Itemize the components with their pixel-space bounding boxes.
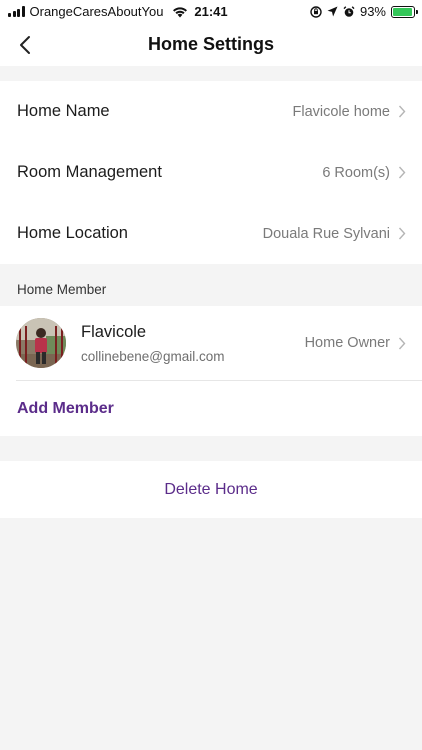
location-icon xyxy=(327,6,338,17)
chevron-right-icon xyxy=(398,227,406,240)
room-count-value: 6 Room(s) xyxy=(322,164,390,181)
member-role-group: Home Owner xyxy=(305,335,422,351)
home-member-section: Flavicole collinebene@gmail.com Home Own… xyxy=(0,306,422,436)
member-row[interactable]: Flavicole collinebene@gmail.com Home Own… xyxy=(0,306,422,380)
member-role: Home Owner xyxy=(304,335,390,351)
home-name-value: Flavicole home xyxy=(292,103,390,120)
add-member-button[interactable]: Add Member xyxy=(0,381,422,436)
carrier-name: OrangeCaresAboutYou xyxy=(29,4,164,19)
delete-home-button[interactable]: Delete Home xyxy=(0,461,422,518)
chevron-right-icon xyxy=(398,105,406,118)
wifi-icon xyxy=(173,6,188,17)
battery-charging-icon xyxy=(391,5,418,18)
nav-bar: Home Settings xyxy=(0,24,422,66)
page-title: Home Settings xyxy=(147,34,275,54)
member-email: collinebene@gmail.com xyxy=(81,348,225,364)
room-management-row[interactable]: Room Management 6 Room(s) xyxy=(0,142,422,203)
battery-percent: 93% xyxy=(359,4,386,19)
home-location-value: Douala Rue Sylvani xyxy=(262,225,390,242)
alarm-icon xyxy=(343,5,355,17)
status-right: 93% xyxy=(310,4,418,19)
lock-rotation-icon xyxy=(310,5,322,18)
battery-level xyxy=(393,7,412,16)
member-name: Flavicole xyxy=(81,322,147,341)
home-location-label: Home Location xyxy=(17,224,128,242)
home-member-header: Home Member xyxy=(17,282,107,297)
home-name-row[interactable]: Home Name Flavicole home xyxy=(0,81,422,142)
home-location-row[interactable]: Home Location Douala Rue Sylvani xyxy=(0,203,422,264)
status-left: OrangeCaresAboutYou xyxy=(8,4,188,19)
member-info: Flavicole collinebene@gmail.com xyxy=(81,323,305,364)
home-info-section: Home Name Flavicole home Room Management… xyxy=(0,81,422,264)
home-name-label: Home Name xyxy=(17,102,110,120)
room-management-label: Room Management xyxy=(17,163,162,181)
status-bar: OrangeCaresAboutYou 21:41 93% xyxy=(0,0,422,24)
delete-home-section: Delete Home xyxy=(0,461,422,518)
avatar xyxy=(16,318,66,368)
signal-icon xyxy=(8,6,25,17)
chevron-right-icon xyxy=(398,166,406,179)
chevron-right-icon xyxy=(398,337,406,349)
